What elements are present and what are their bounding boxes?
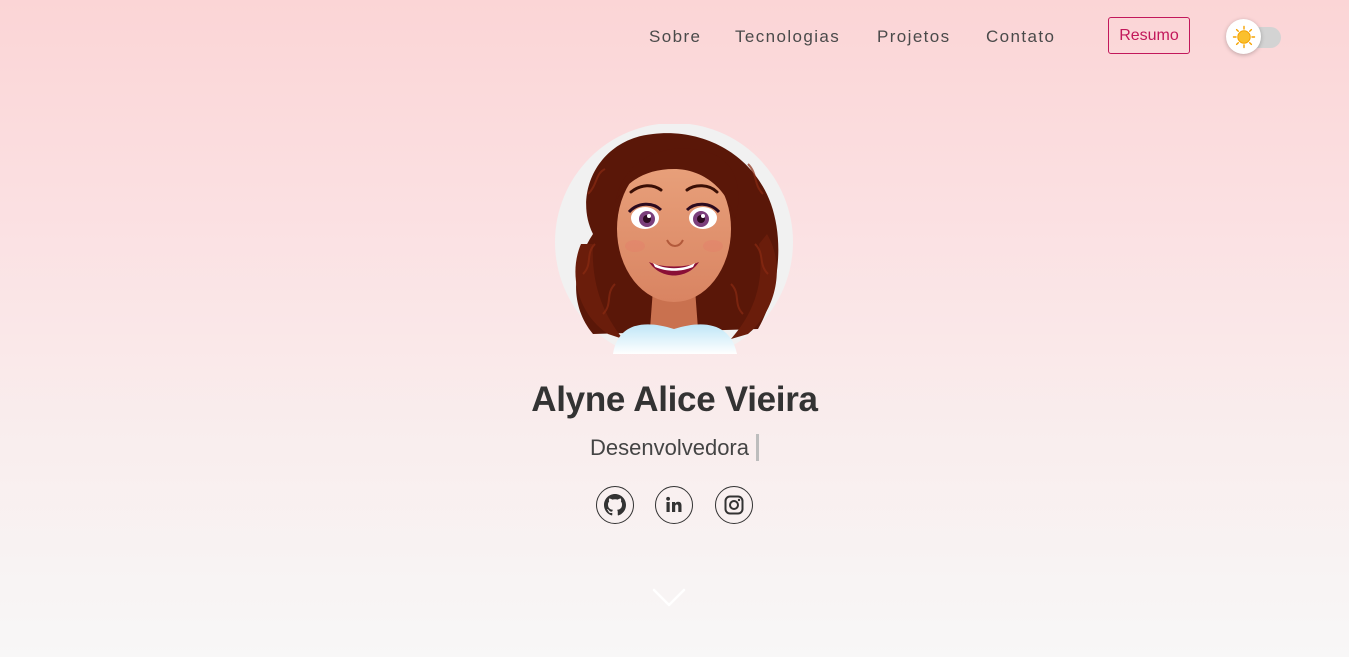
role-line: Desenvolvedora: [0, 434, 1349, 461]
nav-link-projetos[interactable]: Projetos: [877, 27, 951, 47]
resume-button[interactable]: Resumo: [1108, 17, 1190, 54]
profile-name: Alyne Alice Vieira: [531, 380, 818, 419]
nav-link-contato[interactable]: Contato: [986, 27, 1055, 47]
toggle-knob: [1226, 19, 1261, 54]
instagram-icon: [724, 495, 744, 515]
nav-link-tecnologias[interactable]: Tecnologias: [735, 27, 840, 47]
cartoon-avatar-icon: [555, 123, 793, 361]
role-text: Desenvolvedora: [590, 435, 749, 460]
theme-toggle[interactable]: [1226, 18, 1282, 56]
typing-cursor: [755, 434, 759, 461]
scroll-down-button[interactable]: [651, 586, 687, 610]
chevron-down-icon: [652, 588, 686, 607]
nav-link-sobre[interactable]: Sobre: [649, 27, 701, 47]
github-icon: [604, 494, 626, 516]
top-navigation: Sobre Tecnologias Projetos Contato Resum…: [0, 0, 1349, 74]
sun-icon: [1232, 25, 1255, 48]
linkedin-link[interactable]: [655, 486, 693, 524]
instagram-link[interactable]: [715, 486, 753, 524]
github-link[interactable]: [596, 486, 634, 524]
avatar: [553, 123, 795, 361]
linkedin-icon: [666, 496, 682, 512]
